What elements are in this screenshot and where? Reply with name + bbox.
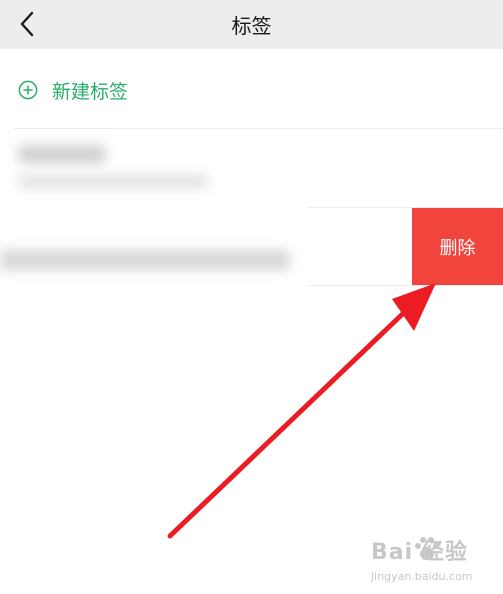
tag-row[interactable]: [0, 129, 503, 207]
blurred-tag-content: [0, 250, 290, 270]
watermark-url: jingyan.baidu.com: [371, 570, 473, 583]
new-tag-label: 新建标签: [52, 81, 129, 103]
new-tag-button[interactable]: 新建标签: [0, 49, 503, 129]
blurred-tag-members: [18, 175, 208, 188]
nav-bar: 标签: [0, 0, 503, 49]
blurred-tag-name: [18, 145, 106, 163]
delete-button[interactable]: 删除: [412, 208, 503, 285]
page-title: 标签: [231, 14, 272, 38]
plus-circle-icon: [18, 80, 38, 100]
divider: [308, 285, 503, 286]
baidu-watermark: Bai 经验 jingyan.baidu.com: [367, 530, 497, 590]
paw-icon: [415, 537, 439, 560]
